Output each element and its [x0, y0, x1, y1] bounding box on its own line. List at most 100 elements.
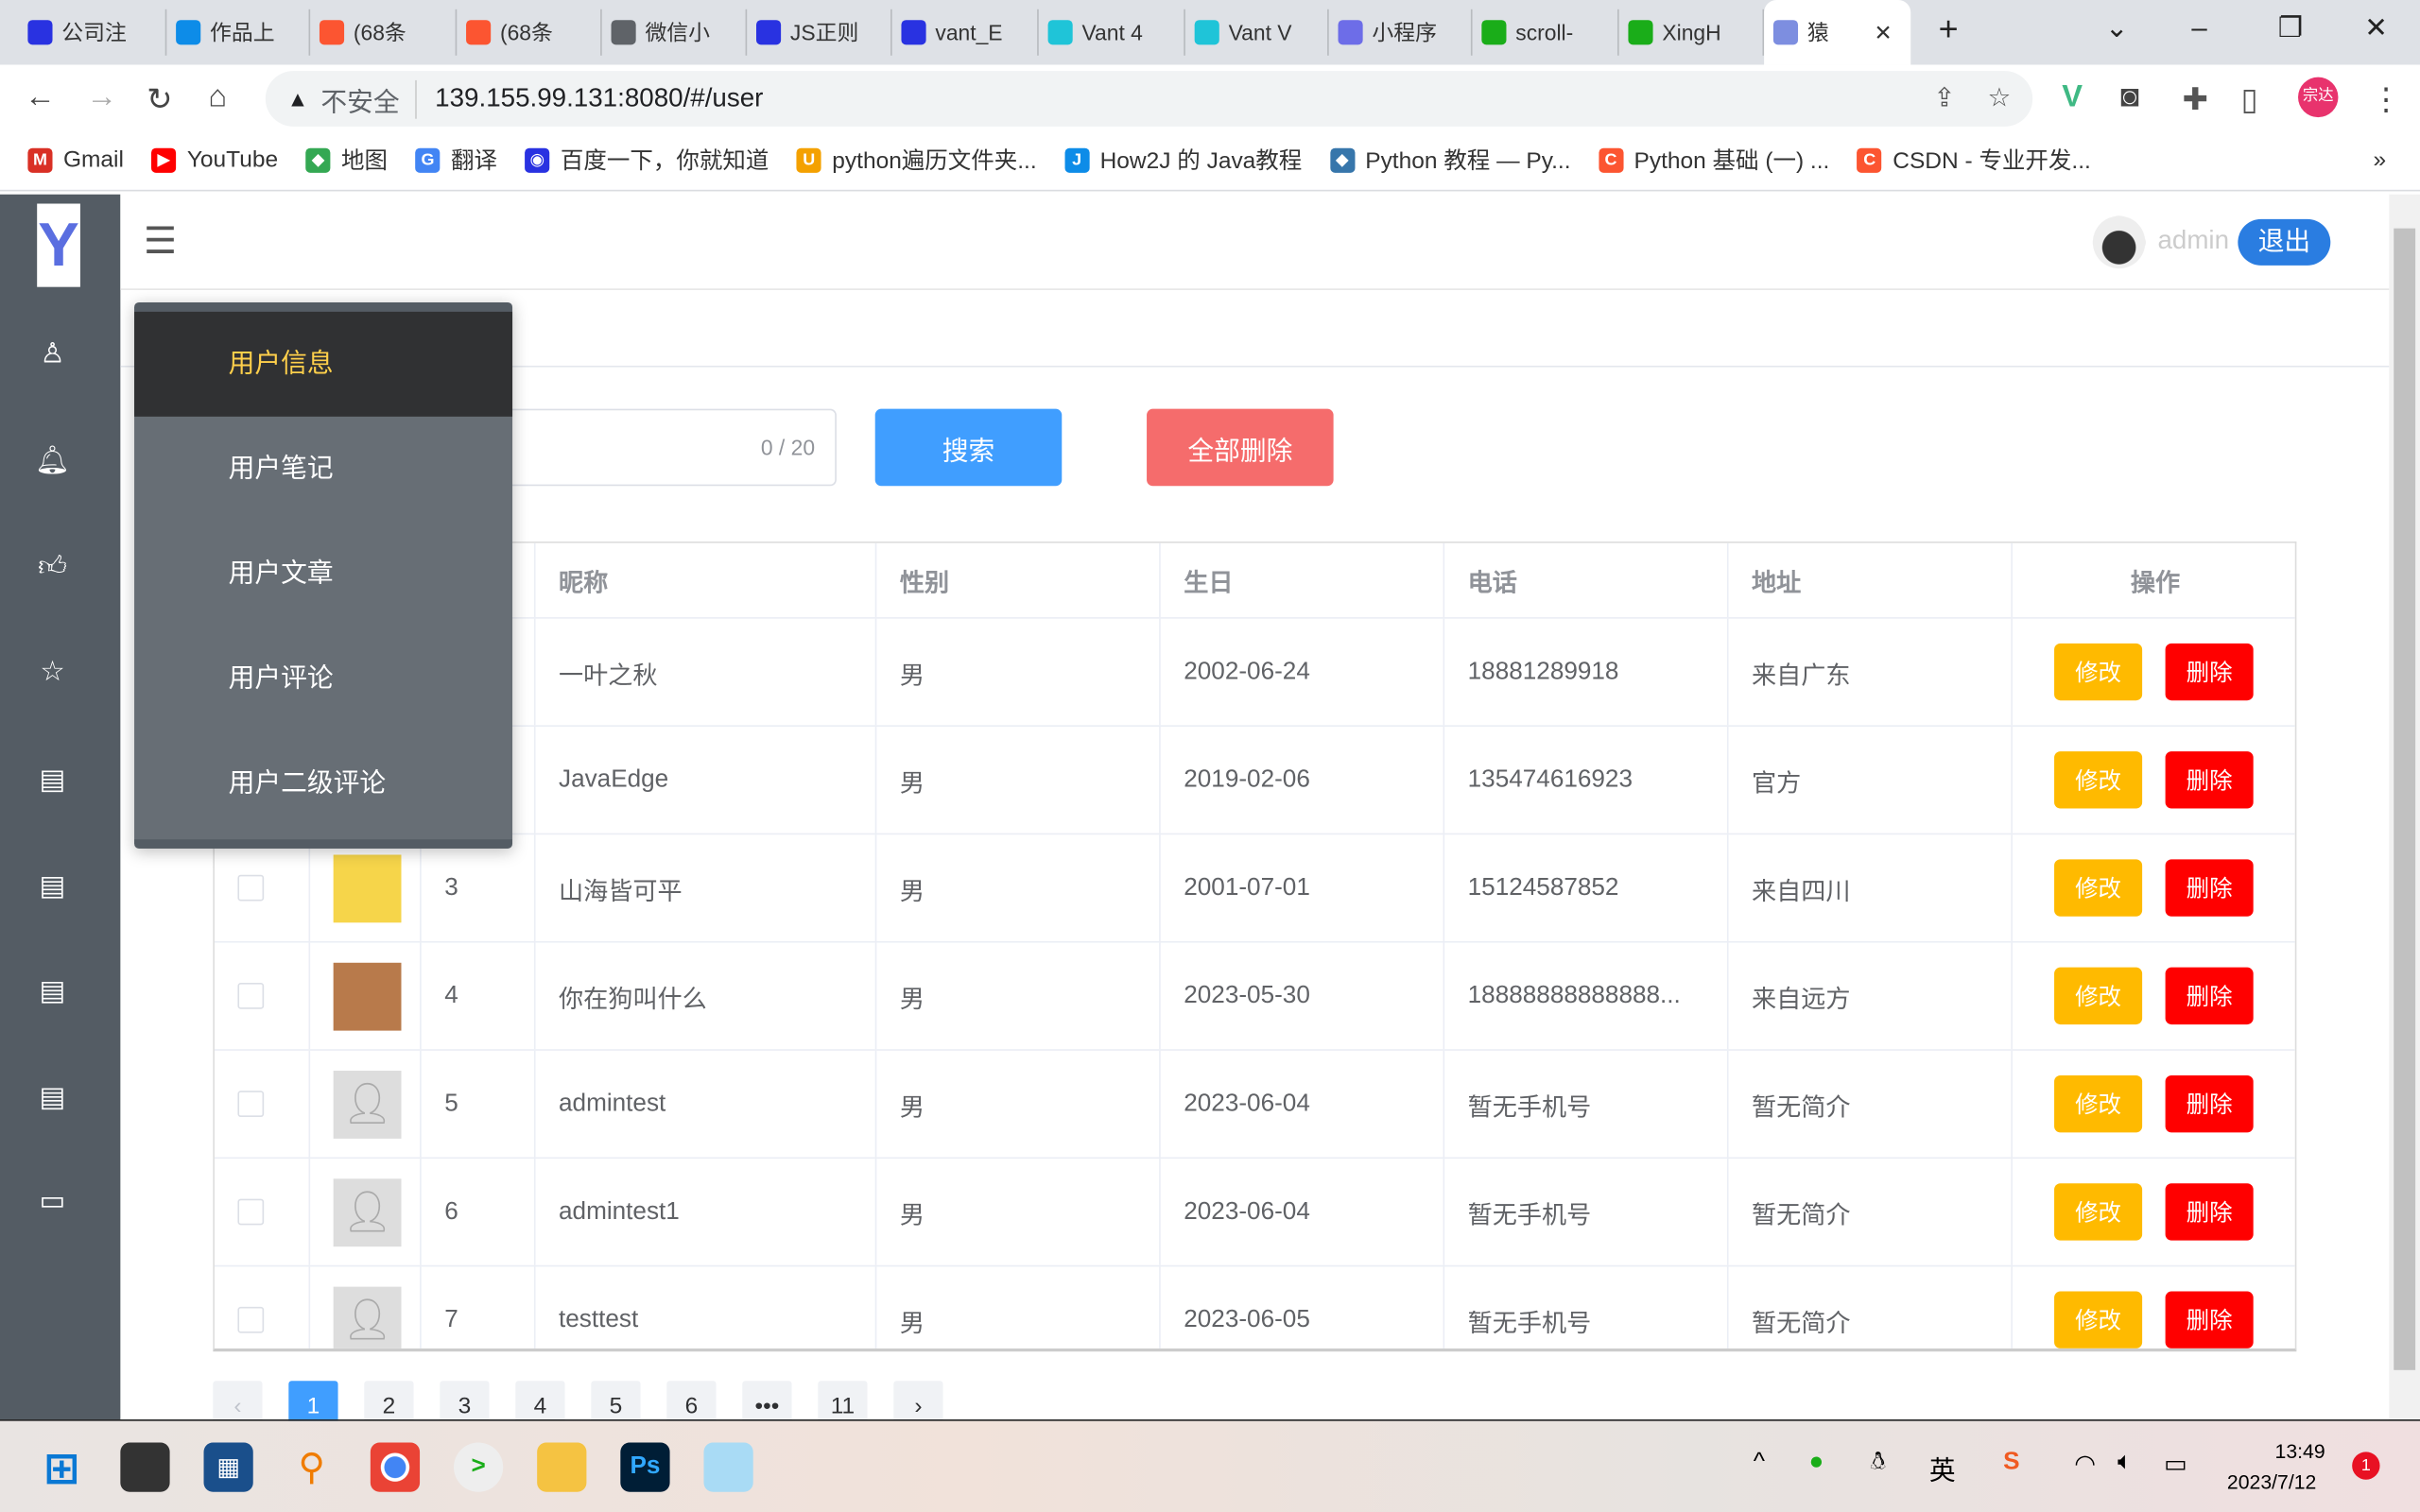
- store-icon[interactable]: ▦: [203, 1442, 253, 1492]
- logout-button[interactable]: 退出: [2238, 218, 2331, 266]
- qq-icon[interactable]: 🐧︎: [1871, 1449, 1886, 1480]
- document-icon[interactable]: ▤: [34, 972, 71, 1009]
- browser-tab[interactable]: 猿 ✕: [1764, 0, 1911, 65]
- extension-icon[interactable]: ◙: [2120, 80, 2139, 116]
- bookmark-item[interactable]: ◆ Python 教程 — Py...: [1329, 144, 1571, 176]
- new-tab-icon[interactable]: +: [1939, 9, 1959, 49]
- browser-tab[interactable]: Vant 4: [1039, 9, 1185, 56]
- sidepanel-icon[interactable]: ▯: [2241, 80, 2258, 119]
- document-icon[interactable]: ▤: [34, 1078, 71, 1115]
- forward-icon[interactable]: →: [86, 80, 117, 116]
- bookmark-item[interactable]: G 翻译: [415, 144, 497, 176]
- sogou-icon[interactable]: S: [2003, 1449, 2019, 1476]
- browser-tab[interactable]: Vant V: [1185, 9, 1329, 56]
- browser-tab[interactable]: 公司注: [19, 9, 167, 56]
- url-field[interactable]: ▲ 不安全 139.155.99.131:8080/#/user ⇪ ☆: [265, 71, 2033, 127]
- document-icon[interactable]: ▤: [34, 868, 71, 904]
- browser-tab[interactable]: XingH: [1619, 9, 1765, 56]
- browser-tab[interactable]: 微信小: [602, 9, 748, 56]
- search-button[interactable]: 搜索: [874, 408, 1063, 487]
- bookmark-item[interactable]: C CSDN - 专业开发...: [1857, 144, 2091, 176]
- submenu-item[interactable]: 用户二级评论: [134, 731, 512, 836]
- more-bookmarks-icon[interactable]: »: [2373, 146, 2386, 173]
- clock-date[interactable]: 2023/7/12: [2227, 1470, 2316, 1493]
- notebook-icon[interactable]: ▭: [34, 1182, 71, 1219]
- app-icon[interactable]: [703, 1442, 753, 1492]
- user-icon[interactable]: ♙: [34, 335, 71, 371]
- edit-button[interactable]: 修改: [2054, 643, 2143, 701]
- edit-button[interactable]: 修改: [2054, 1074, 2143, 1133]
- bookmark-item[interactable]: ▶ YouTube: [151, 146, 278, 173]
- submenu-item[interactable]: 用户文章: [134, 522, 512, 627]
- share-icon[interactable]: ⇪: [1933, 83, 1955, 114]
- submenu-item[interactable]: 用户评论: [134, 627, 512, 731]
- browser-tab[interactable]: 作品上: [166, 9, 311, 56]
- home-icon[interactable]: ⌂: [208, 80, 227, 116]
- row-checkbox[interactable]: [237, 982, 265, 1009]
- edit-button[interactable]: 修改: [2054, 859, 2143, 917]
- close-window-icon[interactable]: ✕: [2364, 12, 2388, 44]
- wechat-tray-icon[interactable]: ●: [1808, 1449, 1824, 1476]
- star-icon[interactable]: ☆: [34, 653, 71, 690]
- delete-button[interactable]: 删除: [2165, 751, 2254, 809]
- edit-button[interactable]: 修改: [2054, 751, 2143, 809]
- document-icon[interactable]: ▤: [34, 761, 71, 798]
- row-checkbox[interactable]: [237, 1198, 265, 1226]
- notification-badge[interactable]: 1: [2352, 1452, 2380, 1480]
- task-view-icon[interactable]: [120, 1442, 170, 1492]
- reload-icon[interactable]: ↻: [147, 80, 172, 119]
- puzzle-icon[interactable]: ✚: [2183, 80, 2208, 119]
- chrome-icon[interactable]: [370, 1442, 421, 1492]
- wifi-icon[interactable]: ◠: [2074, 1449, 2096, 1480]
- delete-button[interactable]: 删除: [2165, 1183, 2254, 1241]
- scrollbar-thumb[interactable]: [2394, 228, 2416, 1370]
- wechat-devtools-icon[interactable]: >: [453, 1442, 504, 1492]
- delete-button[interactable]: 删除: [2165, 967, 2254, 1025]
- bookmark-item[interactable]: ◉ 百度一下，你就知道: [525, 144, 769, 176]
- delete-button[interactable]: 删除: [2165, 643, 2254, 701]
- browser-tab[interactable]: 小程序: [1329, 9, 1473, 56]
- submenu-item[interactable]: 用户笔记: [134, 417, 512, 522]
- delete-all-button[interactable]: 全部删除: [1147, 408, 1334, 487]
- delete-button[interactable]: 删除: [2165, 1291, 2254, 1349]
- profile-avatar[interactable]: 宗达: [2298, 77, 2339, 118]
- star-icon[interactable]: ☆: [1987, 83, 2011, 114]
- bookmark-item[interactable]: M Gmail: [27, 146, 124, 173]
- browser-tab[interactable]: scroll-: [1473, 9, 1619, 56]
- search-app-icon[interactable]: ⚲: [287, 1443, 337, 1492]
- submenu-item[interactable]: 用户信息: [134, 311, 513, 417]
- bell-icon[interactable]: 🔔︎: [34, 441, 71, 478]
- bookmark-item[interactable]: Upython遍历文件夹...: [796, 144, 1037, 176]
- browser-tab[interactable]: vant_E: [892, 9, 1039, 56]
- browser-tab[interactable]: (68条: [457, 9, 602, 56]
- bookmark-item[interactable]: J How2J 的 Java教程: [1064, 144, 1302, 176]
- volume-icon[interactable]: 🔈︎: [2118, 1449, 2133, 1476]
- delete-button[interactable]: 删除: [2165, 859, 2254, 917]
- tray-chevron-icon[interactable]: ^: [1754, 1449, 1765, 1476]
- vue-devtools-icon[interactable]: V: [2062, 80, 2083, 116]
- row-checkbox[interactable]: [237, 874, 265, 902]
- menu-dots-icon[interactable]: ⋮: [2371, 80, 2402, 119]
- back-icon[interactable]: ←: [25, 80, 56, 116]
- minimize-icon[interactable]: –: [2191, 12, 2206, 44]
- thumb-up-icon[interactable]: 👍︎: [34, 548, 71, 585]
- browser-tab[interactable]: (68条: [310, 9, 458, 56]
- row-checkbox[interactable]: [237, 1091, 265, 1118]
- bookmark-item[interactable]: ◆ 地图: [305, 144, 388, 176]
- row-checkbox[interactable]: [237, 1306, 265, 1333]
- close-tab-icon[interactable]: ✕: [1874, 19, 1892, 45]
- delete-button[interactable]: 删除: [2165, 1074, 2254, 1133]
- browser-tab[interactable]: JS正则: [747, 9, 892, 56]
- edit-button[interactable]: 修改: [2054, 967, 2143, 1025]
- windows-start-icon[interactable]: ⊞: [37, 1443, 86, 1492]
- page-scrollbar[interactable]: [2389, 194, 2420, 1420]
- battery-icon[interactable]: ▭: [2164, 1449, 2187, 1480]
- ime-indicator[interactable]: 英: [1929, 1449, 1956, 1487]
- collapse-menu-icon[interactable]: ☰: [144, 219, 177, 264]
- tab-search-icon[interactable]: ⌄: [2105, 12, 2129, 44]
- file-explorer-icon[interactable]: [537, 1442, 587, 1492]
- edit-button[interactable]: 修改: [2054, 1291, 2143, 1349]
- clock-time[interactable]: 13:49: [2275, 1439, 2325, 1462]
- bookmark-item[interactable]: C Python 基础 (一) ...: [1598, 144, 1829, 176]
- edit-button[interactable]: 修改: [2054, 1183, 2143, 1241]
